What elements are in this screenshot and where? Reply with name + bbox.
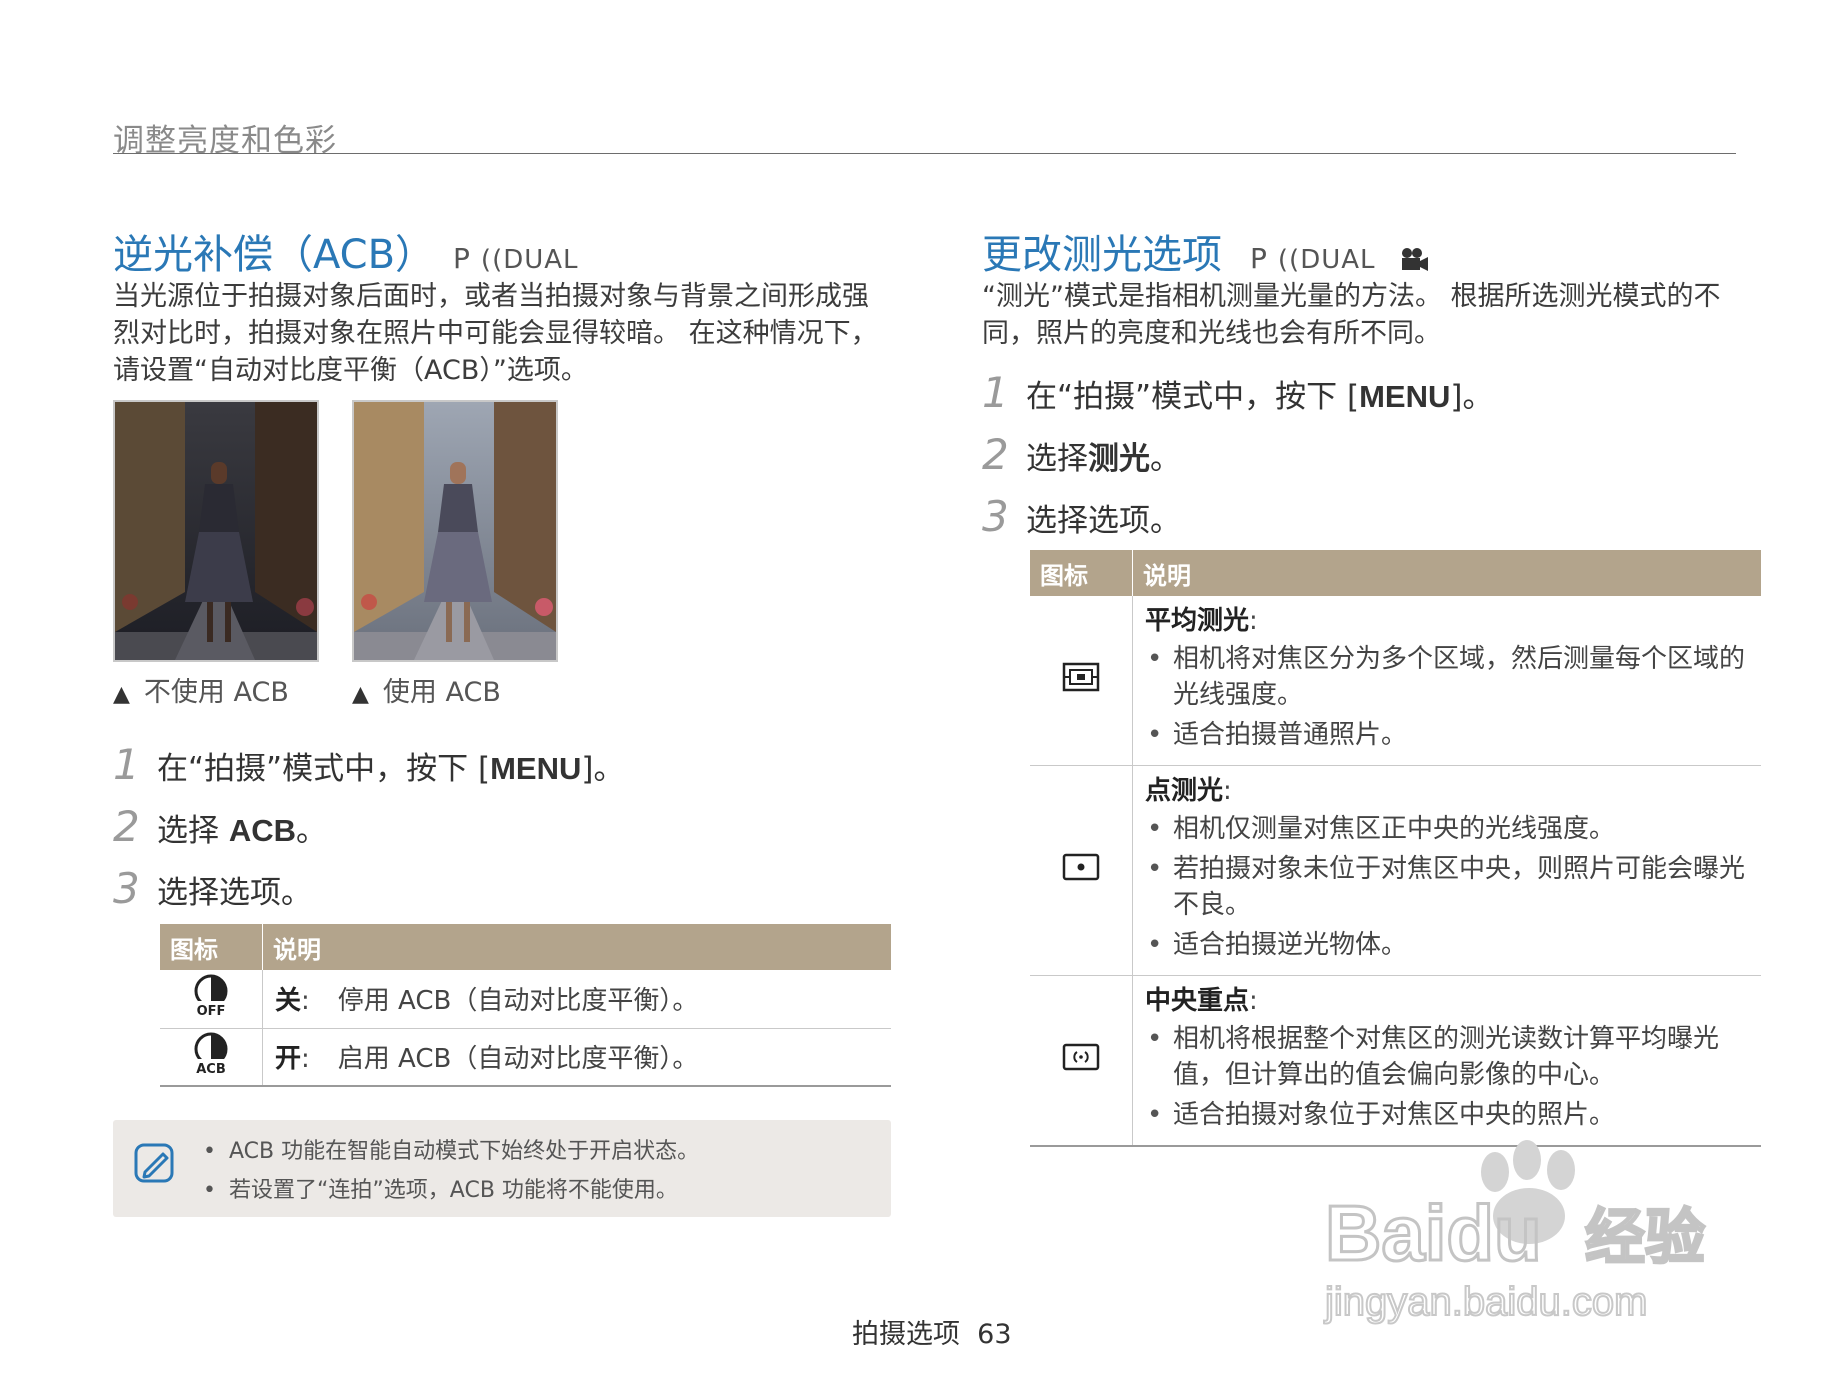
dual-is-icon: ((DUAL: [1277, 245, 1376, 275]
watermark-cn: 经验: [1585, 1203, 1705, 1273]
photo-with-acb: [352, 400, 558, 662]
multi-metering-bullets: 相机将对焦区分为多个区域，然后测量每个区域的光线强度。 适合拍摄普通照片。: [1145, 641, 1749, 753]
table-header-icon: 图标: [160, 924, 263, 970]
watermark-url: jingyan.baidu.com: [1324, 1280, 1647, 1324]
acb-on-label: 开: [275, 1044, 302, 1075]
caption-without-acb: ▲ 不使用 ACB: [113, 677, 289, 708]
page-footer: 拍摄选项 63: [852, 1312, 1012, 1351]
table-header-row: 图标 说明: [1030, 550, 1761, 596]
mode-indicators: P ((DUAL: [1250, 242, 1429, 275]
caption-marker-icon: ▲: [113, 682, 130, 707]
table-header-row: 图标 说明: [160, 924, 891, 970]
footer-section: 拍摄选项: [852, 1319, 960, 1350]
acb-step-3: 3 选择选项。: [113, 864, 312, 913]
acb-on-text: 启用 ACB（自动对比度平衡）。: [337, 1044, 699, 1075]
acb-off-label: 关: [275, 986, 302, 1017]
list-item: 适合拍摄对象位于对焦区中央的照片。: [1145, 1097, 1749, 1133]
program-mode-label: P: [1250, 242, 1268, 275]
movie-mode-icon: [1390, 245, 1429, 275]
acb-intro-text: 当光源位于拍摄对象后面时，或者当拍摄对象与背景之间形成强烈对比时，拍摄对象在照片…: [113, 281, 878, 386]
acb-off-text: 停用 ACB（自动对比度平衡）。: [337, 986, 699, 1017]
acb-title-text: 逆光补偿（ACB）: [113, 232, 436, 278]
list-item: 若拍摄对象未位于对焦区中央，则照片可能会曝光不良。: [1145, 851, 1749, 923]
note-item: ACB 功能在智能自动模式下始终处于开启状态。: [201, 1134, 699, 1169]
note-list: ACB 功能在智能自动模式下始终处于开启状态。 若设置了“连拍”选项，ACB 功…: [201, 1130, 699, 1212]
metering-step-2: 2 选择测光。: [982, 430, 1181, 479]
spot-metering-icon: [1030, 765, 1133, 976]
dual-is-icon: ((DUAL: [480, 245, 579, 275]
table-header-description: 说明: [1132, 550, 1761, 596]
metering-section-title: 更改测光选项 P ((DUAL: [982, 222, 1429, 280]
photo-without-acb: [113, 400, 319, 662]
note-item: 若设置了“连拍”选项，ACB 功能将不能使用。: [201, 1173, 699, 1208]
svg-text:ACB: ACB: [196, 1062, 226, 1075]
metering-options-table: 图标 说明 平均测光: 相机将对焦区分为多个区域，然后测量每个区域的光线强度。 …: [1030, 550, 1761, 1147]
acb-off-icon: OFF: [160, 970, 263, 1029]
acb-options-table: 图标 说明 OFF 关: 停用 ACB（自动对比度平衡）。 ACB 开: 启用 AC…: [160, 924, 891, 1087]
header-divider: [113, 153, 1736, 154]
table-row: ACB 开: 启用 ACB（自动对比度平衡）。: [160, 1028, 891, 1087]
multi-metering-icon: [1030, 596, 1133, 766]
center-weighted-bullets: 相机将根据整个对焦区的测光读数计算平均曝光值，但计算出的值会偏向影像的中心。 适…: [1145, 1021, 1749, 1133]
list-item: 适合拍摄逆光物体。: [1145, 927, 1749, 963]
table-row: OFF 关: 停用 ACB（自动对比度平衡）。: [160, 970, 891, 1029]
center-weighted-metering-icon: [1030, 975, 1133, 1147]
spot-metering-bullets: 相机仅测量对焦区正中央的光线强度。 若拍摄对象未位于对焦区中央，则照片可能会曝光…: [1145, 811, 1749, 963]
caption-marker-icon: ▲: [352, 682, 369, 707]
mode-indicators: P ((DUAL: [453, 242, 579, 275]
table-row: 平均测光: 相机将对焦区分为多个区域，然后测量每个区域的光线强度。 适合拍摄普通…: [1030, 596, 1761, 766]
table-header-description: 说明: [262, 924, 891, 970]
watermark-brand: Baidu: [1325, 1189, 1542, 1277]
multi-metering-title: 平均测光: [1145, 606, 1250, 636]
note-box: ACB 功能在智能自动模式下始终处于开启状态。 若设置了“连拍”选项，ACB 功…: [113, 1120, 891, 1217]
acb-step-1: 1 在“拍摄”模式中，按下 [MENU]。: [113, 740, 625, 789]
table-row: 中央重点: 相机将根据整个对焦区的测光读数计算平均曝光值，但计算出的值会偏向影像…: [1030, 975, 1761, 1147]
caption-with-acb: ▲ 使用 ACB: [352, 677, 501, 708]
table-header-icon: 图标: [1030, 550, 1133, 596]
spot-metering-title: 点测光: [1145, 776, 1224, 806]
program-mode-label: P: [453, 242, 471, 275]
svg-text:OFF: OFF: [197, 1004, 226, 1017]
list-item: 相机将对焦区分为多个区域，然后测量每个区域的光线强度。: [1145, 641, 1749, 713]
list-item: 相机将根据整个对焦区的测光读数计算平均曝光值，但计算出的值会偏向影像的中心。: [1145, 1021, 1749, 1093]
list-item: 相机仅测量对焦区正中央的光线强度。: [1145, 811, 1749, 847]
metering-step-1: 1 在“拍摄”模式中，按下 [MENU]。: [982, 368, 1494, 417]
table-row: 点测光: 相机仅测量对焦区正中央的光线强度。 若拍摄对象未位于对焦区中央，则照片…: [1030, 765, 1761, 976]
note-icon: [133, 1142, 177, 1190]
acb-section-title: 逆光补偿（ACB） P ((DUAL: [113, 222, 579, 280]
page-number: 63: [977, 1319, 1012, 1350]
list-item: 适合拍摄普通照片。: [1145, 717, 1749, 753]
metering-step-3: 3 选择选项。: [982, 492, 1181, 541]
center-weighted-title: 中央重点: [1145, 986, 1250, 1016]
metering-intro-text: “测光”模式是指相机测量光量的方法。 根据所选测光模式的不同，照片的亮度和光线也…: [982, 281, 1721, 349]
acb-on-icon: ACB: [160, 1028, 263, 1087]
metering-title-text: 更改测光选项: [982, 232, 1222, 278]
acb-step-2: 2 选择 ACB。: [113, 802, 328, 851]
baidu-watermark: Baidu 经验 jingyan.baidu.com: [1315, 1130, 1755, 1330]
